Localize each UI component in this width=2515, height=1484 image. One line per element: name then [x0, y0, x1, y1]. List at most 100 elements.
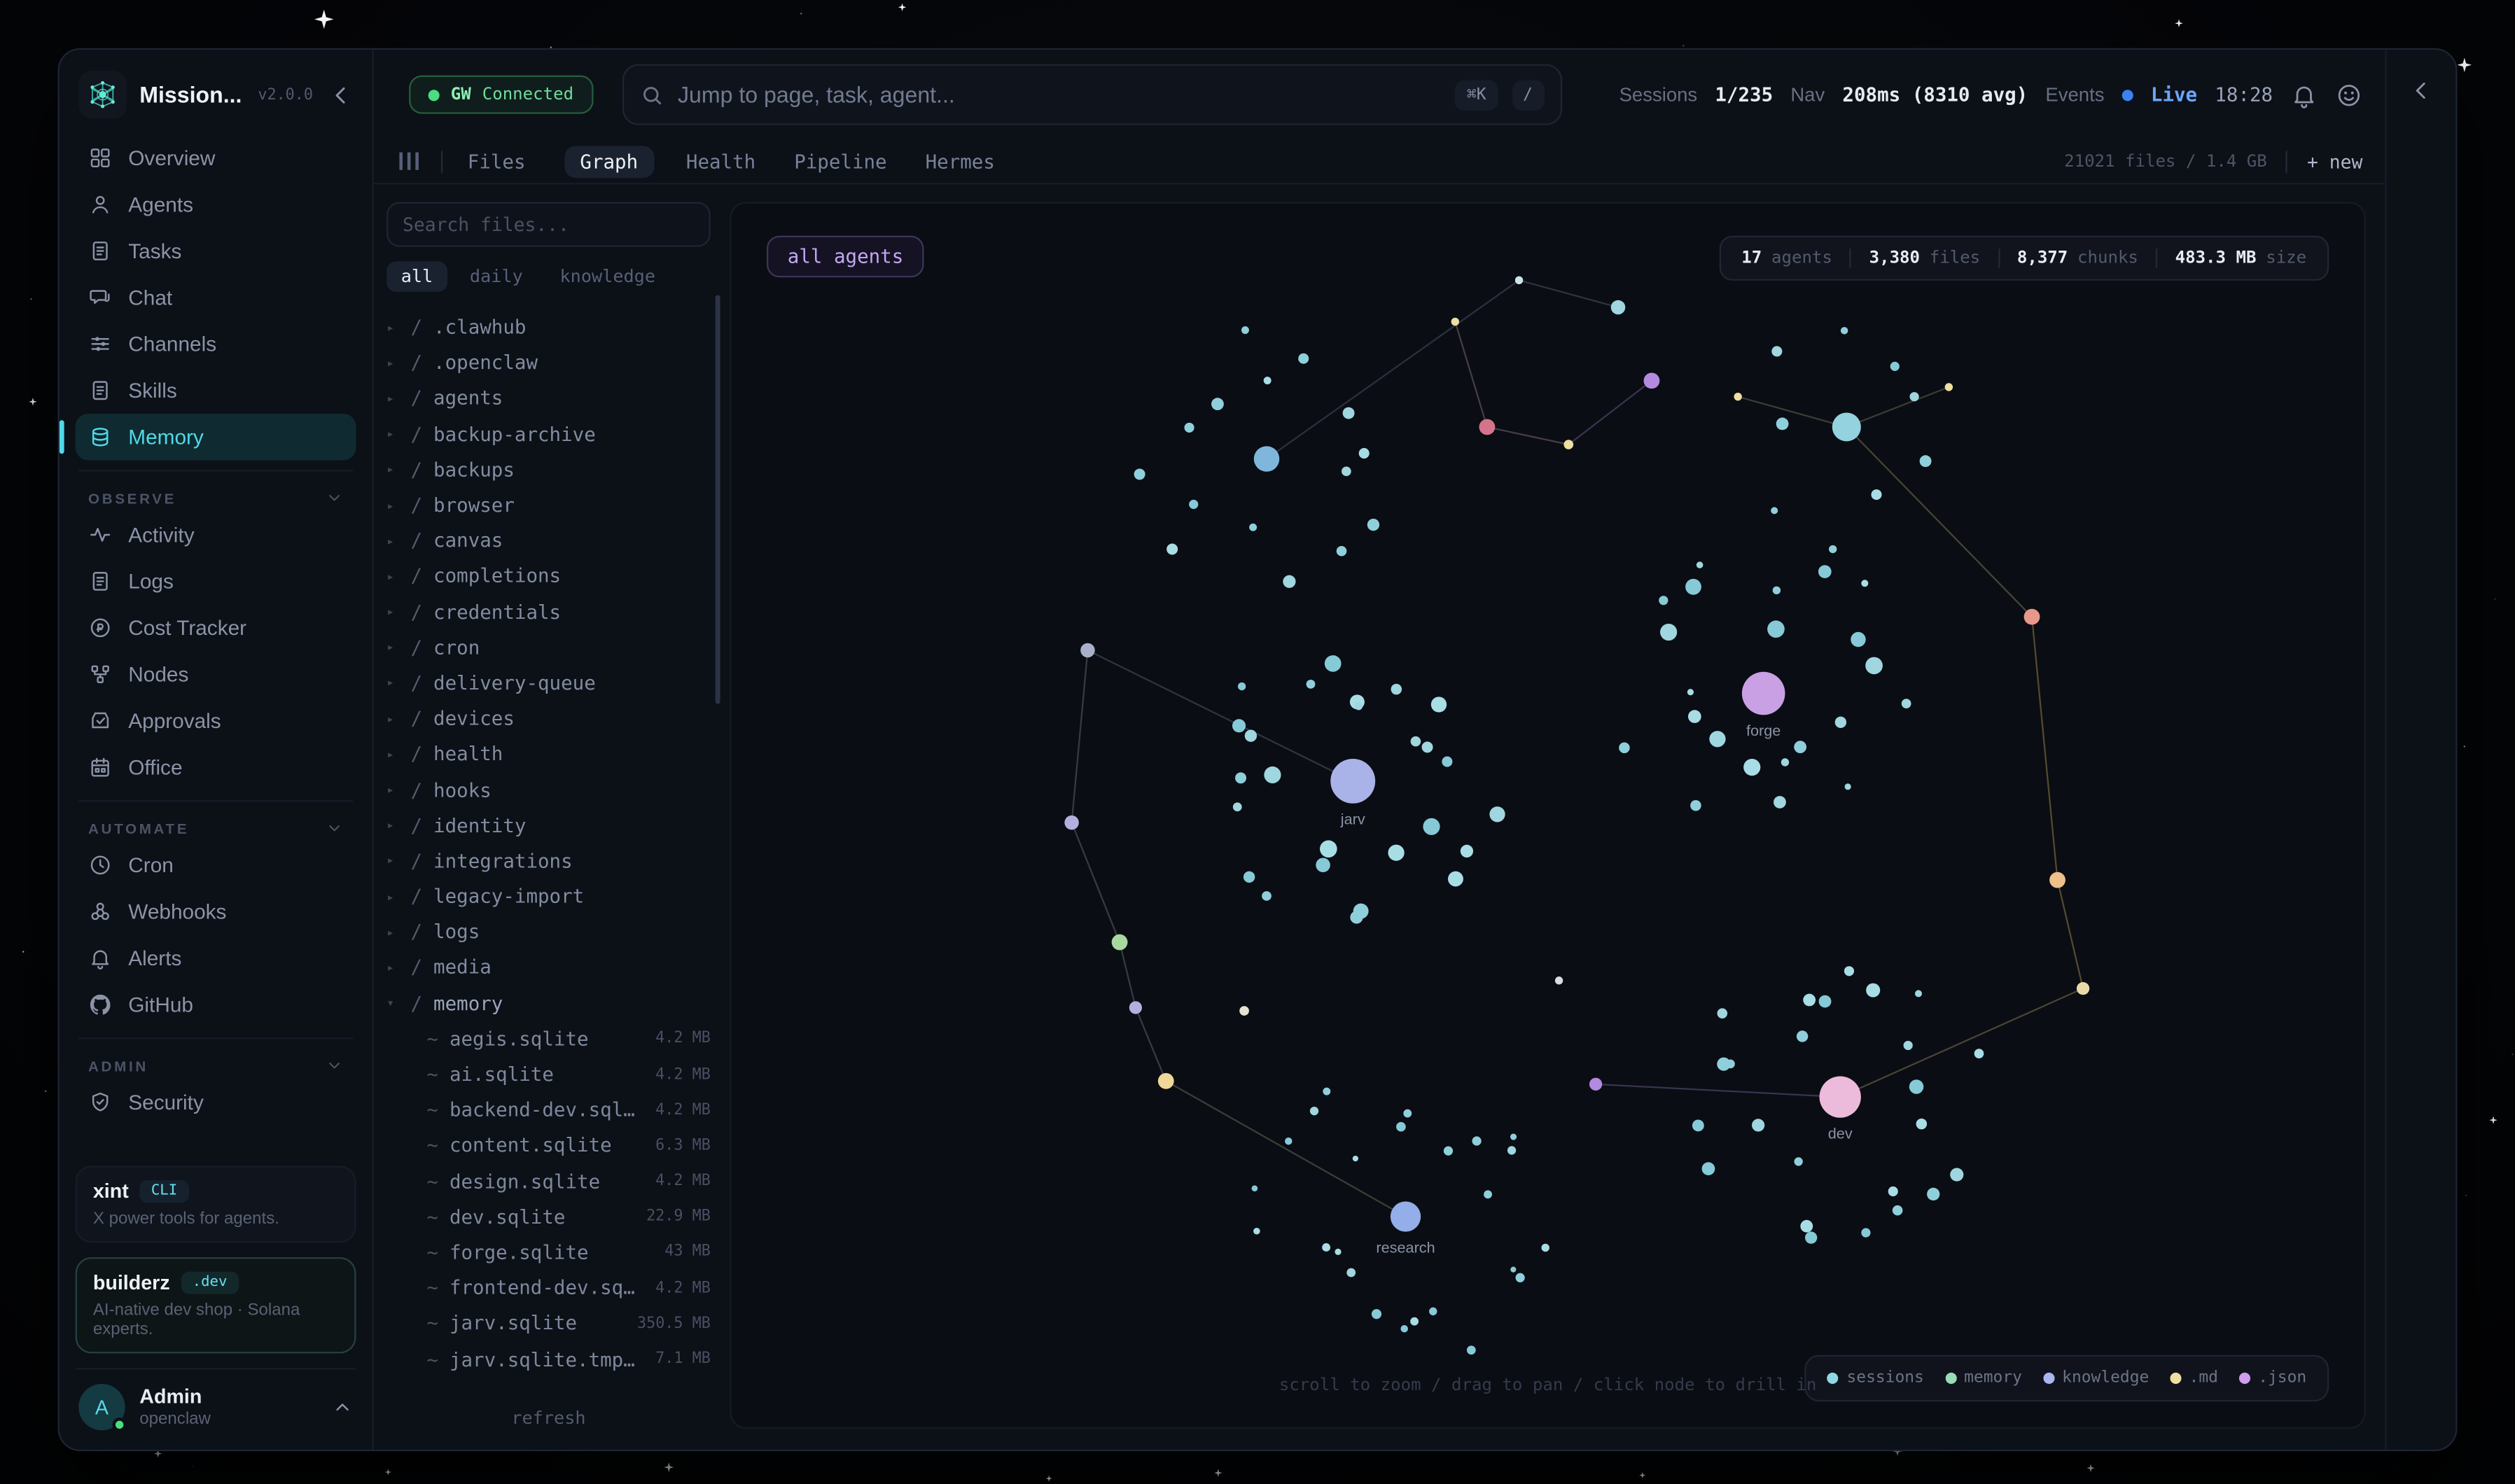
graph-satellite-node[interactable]: [1249, 524, 1257, 531]
graph-satellite-node[interactable]: [1323, 1088, 1330, 1096]
refresh-button[interactable]: refresh: [386, 1400, 711, 1429]
graph-satellite-node[interactable]: [1410, 1317, 1419, 1326]
tab-health[interactable]: Health: [686, 150, 755, 172]
folder-row-health[interactable]: ▸ / health: [386, 736, 711, 772]
file-row-backend-dev-sql-[interactable]: ~ backend-dev.sql… 4.2 MB: [386, 1092, 711, 1128]
sidebar-collapse-button[interactable]: [329, 83, 353, 106]
graph-satellite-node[interactable]: [1367, 519, 1379, 531]
graph-satellite-node[interactable]: [1243, 872, 1255, 883]
graph-satellite-node[interactable]: [1771, 346, 1782, 356]
global-search-input[interactable]: Jump to page, task, agent... ⌘K /: [622, 64, 1561, 125]
graph-satellite-node[interactable]: [1851, 632, 1865, 647]
graph-satellite-node[interactable]: [1692, 1119, 1704, 1131]
graph-satellite-node[interactable]: [1687, 689, 1694, 695]
section-header-admin[interactable]: ADMIN: [76, 1049, 356, 1079]
folder-row-logs[interactable]: ▸ / logs: [386, 914, 711, 950]
graph-satellite-node[interactable]: [1861, 580, 1868, 587]
graph-hub-jarv[interactable]: [1330, 759, 1375, 804]
graph-accent-node-a10[interactable]: [2049, 872, 2065, 888]
sidebar-item-tasks[interactable]: Tasks: [76, 227, 356, 274]
graph-accent-node-a9[interactable]: [2024, 609, 2040, 625]
graph-satellite-node[interactable]: [1343, 407, 1355, 419]
graph-satellite-node[interactable]: [1866, 983, 1880, 997]
graph-satellite-node[interactable]: [1442, 757, 1452, 767]
section-header-automate[interactable]: AUTOMATE: [76, 811, 356, 842]
sidebar-item-security[interactable]: Security: [76, 1079, 356, 1126]
graph-satellite-node[interactable]: [1950, 1168, 1963, 1181]
graph-satellite-node[interactable]: [1429, 1308, 1437, 1315]
sidebar-item-channels[interactable]: Channels: [76, 321, 356, 367]
graph-satellite-node[interactable]: [1252, 1185, 1258, 1191]
graph-satellite-node[interactable]: [1310, 1107, 1318, 1115]
graph-satellite-node[interactable]: [1702, 1162, 1715, 1175]
graph-satellite-node[interactable]: [1794, 1157, 1802, 1166]
graph-satellite-node[interactable]: [1781, 758, 1789, 766]
graph-satellite-node[interactable]: [1241, 326, 1249, 334]
graph-satellite-node[interactable]: [1307, 680, 1316, 689]
graph-satellite-node[interactable]: [1262, 891, 1272, 901]
sidebar-item-cron[interactable]: Cron: [76, 842, 356, 888]
graph-satellite-node[interactable]: [1245, 729, 1257, 741]
tab-graph[interactable]: Graph: [564, 145, 655, 177]
graph-satellite-node[interactable]: [1283, 575, 1295, 588]
sidebar-item-chat[interactable]: Chat: [76, 274, 356, 321]
folder-row--clawhub[interactable]: ▸ / .clawhub: [386, 309, 711, 345]
graph-satellite-node[interactable]: [1185, 423, 1194, 433]
graph-accent-node-a8[interactable]: [1945, 383, 1953, 391]
graph-satellite-node[interactable]: [1845, 783, 1851, 790]
folder-row-completions[interactable]: ▸ / completions: [386, 559, 711, 594]
folder-row-canvas[interactable]: ▸ / canvas: [386, 523, 711, 559]
graph-satellite-node[interactable]: [1423, 818, 1440, 835]
graph-accent-node-a14[interactable]: [1112, 934, 1128, 951]
graph-satellite-node[interactable]: [1189, 500, 1198, 509]
graph-hub-hub-nw[interactable]: [1254, 446, 1280, 471]
graph-accent-node-a7[interactable]: [1734, 393, 1741, 400]
file-row-dev-sqlite[interactable]: ~ dev.sqlite 22.9 MB: [386, 1199, 711, 1235]
graph-satellite-node[interactable]: [1773, 587, 1781, 594]
graph-satellite-node[interactable]: [1818, 565, 1832, 578]
graph-hub-dev[interactable]: [1820, 1076, 1861, 1117]
file-row-frontend-dev-sq-[interactable]: ~ frontend-dev.sq… 4.2 MB: [386, 1270, 711, 1306]
graph-satellite-node[interactable]: [1342, 466, 1351, 476]
graph-satellite-node[interactable]: [1166, 544, 1178, 555]
graph-accent-node-a6[interactable]: [1563, 440, 1573, 449]
graph-satellite-node[interactable]: [1916, 1119, 1928, 1129]
filter-chip-knowledge[interactable]: knowledge: [545, 261, 670, 292]
folder-row-devices[interactable]: ▸ / devices: [386, 701, 711, 736]
graph-satellite-node[interactable]: [1805, 1231, 1817, 1243]
filter-chip-daily[interactable]: daily: [455, 261, 537, 292]
file-tree-scrollbar[interactable]: [715, 295, 720, 704]
graph-accent-node-a11[interactable]: [2077, 982, 2089, 995]
graph-satellite-node[interactable]: [1484, 1190, 1492, 1198]
graph-accent-node-a16[interactable]: [1158, 1073, 1174, 1089]
graph-satellite-node[interactable]: [1841, 327, 1848, 334]
graph-satellite-node[interactable]: [1767, 620, 1785, 638]
graph-satellite-node[interactable]: [1797, 1030, 1808, 1042]
graph-accent-node-a12[interactable]: [1080, 643, 1095, 658]
file-row-forge-sqlite[interactable]: ~ forge.sqlite 43 MB: [386, 1235, 711, 1270]
graph-satellite-node[interactable]: [1403, 1110, 1412, 1118]
graph-satellite-node[interactable]: [1346, 1268, 1356, 1278]
graph-hub-research[interactable]: [1391, 1201, 1421, 1231]
graph-satellite-node[interactable]: [1865, 657, 1883, 675]
sidebar-item-logs[interactable]: Logs: [76, 558, 356, 604]
graph-satellite-node[interactable]: [1467, 1345, 1476, 1354]
graph-satellite-node[interactable]: [1316, 858, 1330, 872]
graph-satellite-node[interactable]: [1264, 766, 1281, 783]
graph-accent-node-a18[interactable]: [1589, 1078, 1602, 1091]
tab-pipeline[interactable]: Pipeline: [794, 150, 886, 172]
graph-satellite-node[interactable]: [1974, 1049, 1984, 1058]
graph-satellite-node[interactable]: [1372, 1309, 1381, 1319]
graph-satellite-node[interactable]: [1861, 1228, 1870, 1237]
folder-row--openclaw[interactable]: ▸ / .openclaw: [386, 345, 711, 381]
graph-satellite-node[interactable]: [1920, 455, 1932, 467]
folder-row-media[interactable]: ▸ / media: [386, 950, 711, 986]
graph-satellite-node[interactable]: [1353, 1156, 1358, 1161]
graph-satellite-node[interactable]: [1893, 1205, 1903, 1216]
folder-row-credentials[interactable]: ▸ / credentials: [386, 594, 711, 630]
graph-hub-forge[interactable]: [1742, 672, 1785, 715]
notifications-bell-icon[interactable]: [2290, 81, 2318, 108]
graph-satellite-node[interactable]: [1697, 561, 1704, 568]
graph-satellite-node[interactable]: [1510, 1134, 1517, 1140]
panel-collapse-button[interactable]: [2409, 78, 2433, 1450]
